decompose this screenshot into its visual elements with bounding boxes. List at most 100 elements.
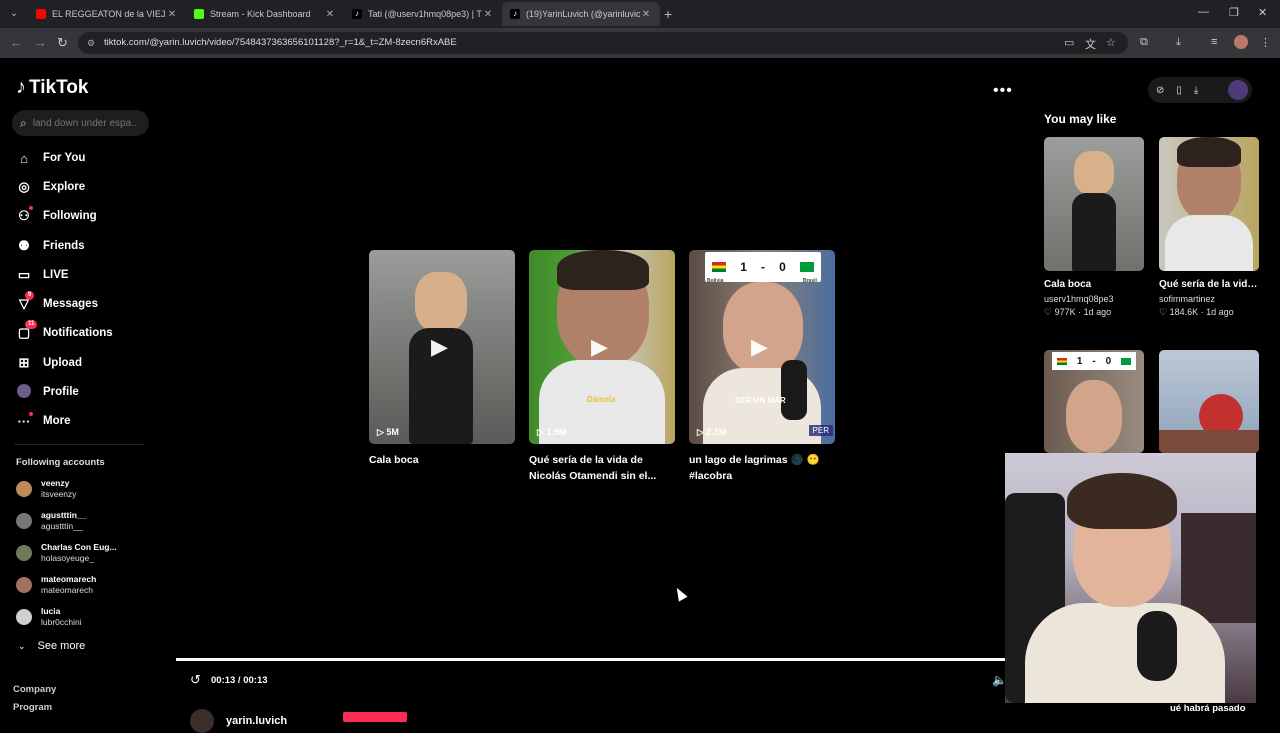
video-title[interactable]: Qué sería de la vida de Nicolás Otamendi… [529, 452, 675, 484]
video-thumbnail[interactable]: 1 - 0 [1044, 350, 1144, 453]
thumbnail-figure [1177, 137, 1241, 167]
nav-live[interactable]: ▭ LIVE [16, 263, 69, 287]
score-away: 0 [779, 260, 786, 274]
account-username: mateomarech [41, 585, 93, 595]
recommended-video[interactable]: 1 - 0 [1044, 350, 1144, 453]
forward-icon[interactable]: → [34, 35, 47, 50]
video-thumbnail[interactable]: 1 - 0 Bolivia Brasil SER UN MAR PER ▶ ▷ … [689, 250, 835, 444]
maximize-icon[interactable]: ❐ [1229, 6, 1239, 19]
nav-explore[interactable]: ◎ Explore [16, 175, 85, 199]
url-field[interactable]: ⚙ tiktok.com/@yarin.luvich/video/7548437… [78, 32, 1128, 54]
browser-profile-avatar[interactable] [1234, 35, 1248, 49]
follow-button[interactable] [343, 712, 407, 722]
thumbnail-caption: SER UN MAR [735, 396, 786, 405]
nav-label: Friends [43, 240, 85, 252]
video-progress-bar[interactable] [176, 658, 1006, 661]
media-control-icon[interactable]: ≡ [1211, 36, 1217, 48]
coins-icon[interactable]: ⊘ [1156, 85, 1164, 96]
nav-more[interactable]: ··· More [16, 409, 70, 433]
video-author[interactable]: yarin.luvich [190, 709, 287, 733]
back-icon[interactable]: ← [10, 35, 23, 50]
see-more-button[interactable]: ⌄ See more [18, 640, 85, 652]
tab-search-icon[interactable]: ⌄ [6, 6, 22, 22]
cast-icon[interactable]: ▭ [1064, 36, 1074, 49]
video-title[interactable]: un lago de lagrimas 🌑 😶 #lacobra [689, 452, 835, 484]
play-icon[interactable]: ▶ [431, 334, 448, 360]
chevron-down-icon: ⌄ [18, 640, 26, 651]
download-app-icon[interactable]: ⤓ [1194, 85, 1198, 96]
following-account[interactable]: agustttin__ agustttin__ [16, 508, 86, 534]
browser-menu-icon[interactable]: ⋮ [1260, 36, 1271, 49]
avatar[interactable] [1228, 80, 1248, 100]
team-name: Brasil [803, 278, 817, 284]
video-thumbnail[interactable] [1159, 137, 1259, 271]
following-accounts-title: Following accounts [16, 457, 105, 468]
footer-link-program[interactable]: Program [13, 702, 52, 713]
nav-for-you[interactable]: ⌂ For You [16, 146, 85, 170]
thumbnail-figure [1165, 215, 1253, 271]
nav-profile[interactable]: Profile [16, 380, 79, 404]
microphone-icon [781, 360, 807, 420]
replay-icon[interactable]: ↺ [190, 672, 201, 688]
recommended-video[interactable]: Cala boca userv1hmq08pe3 ♡ 977K · 1d ago [1044, 137, 1144, 319]
playback-time: 00:13 / 00:13 [211, 675, 268, 686]
minimize-icon[interactable]: — [1198, 6, 1209, 18]
search-icon[interactable]: ⌕ [20, 116, 27, 131]
recommended-video[interactable]: Qué sería de la vida de Nicolás Otamen..… [1159, 137, 1259, 319]
more-icon: ··· [16, 411, 33, 429]
nav-upload[interactable]: ⊞ Upload [16, 351, 82, 375]
browser-tab-active[interactable]: ♪ (19)YarinLuvich (@yarinluvich) ✕ [502, 2, 660, 26]
streamer-hair [1067, 473, 1177, 529]
following-account[interactable]: mateomarech mateomarech [16, 572, 96, 598]
following-account[interactable]: Charlas Con Eug... holasoyeuge_ [16, 540, 117, 566]
compass-icon: ◎ [18, 179, 30, 194]
translate-icon[interactable]: 文 [1085, 36, 1096, 52]
divider [14, 444, 144, 445]
site-info-icon[interactable]: ⚙ [87, 32, 95, 54]
play-icon[interactable]: ▶ [751, 334, 768, 360]
video-card[interactable]: Dámela ▶ ▷ 1.9M Qué sería de la vida de … [529, 250, 675, 484]
nav-following[interactable]: ⚇ Following [16, 204, 97, 228]
video-thumbnail[interactable] [1159, 350, 1259, 453]
close-tab-icon[interactable]: ✕ [166, 9, 178, 20]
video-thumbnail[interactable]: Dámela ▶ ▷ 1.9M [529, 250, 675, 444]
scoreboard: 1 - 0 [1052, 352, 1136, 370]
search-input[interactable] [32, 117, 138, 129]
url-text: tiktok.com/@yarin.luvich/video/754843736… [104, 37, 457, 48]
video-card[interactable]: ▶ ▷ 5M Cala boca [369, 250, 515, 468]
more-options-icon[interactable]: ••• [993, 82, 1013, 100]
video-thumbnail[interactable] [1044, 137, 1144, 271]
avatar [16, 577, 32, 593]
messages-icon: ▽ 9 [16, 291, 35, 312]
video-title[interactable]: Cala boca [369, 452, 515, 468]
account-username: holasoyeuge_ [41, 553, 94, 563]
search-bar[interactable]: ⌕ [12, 110, 149, 136]
nav-messages[interactable]: ▽ 9 Messages [16, 291, 98, 316]
new-tab-icon[interactable]: + [664, 6, 672, 22]
bookmark-star-icon[interactable]: ☆ [1106, 36, 1116, 49]
close-tab-icon[interactable]: ✕ [482, 9, 494, 20]
browser-tab[interactable]: EL REGGEATON de la VIEJA ESC ✕ [28, 2, 186, 26]
nav-friends[interactable]: ⚉ Friends [16, 234, 85, 258]
score-home: 1 [1076, 355, 1083, 367]
close-tab-icon[interactable]: ✕ [640, 9, 652, 20]
browser-tab[interactable]: Stream - Kick Dashboard ✕ [186, 2, 344, 26]
device-icon[interactable]: ▯ [1176, 85, 1182, 96]
video-thumbnail[interactable]: ▶ ▷ 5M [369, 250, 515, 444]
close-tab-icon[interactable]: ✕ [324, 9, 336, 20]
footer-link-company[interactable]: Company [13, 684, 56, 695]
channel-tag: PER [808, 425, 833, 436]
recommended-video[interactable] [1159, 350, 1259, 453]
nav-notifications[interactable]: ▢ 11 Notifications [16, 320, 113, 345]
video-card[interactable]: 1 - 0 Bolivia Brasil SER UN MAR PER ▶ ▷ … [689, 250, 835, 484]
extensions-icon[interactable]: ⧉ [1140, 36, 1148, 49]
reload-icon[interactable]: ↻ [57, 35, 68, 51]
play-icon[interactable]: ▶ [591, 334, 608, 360]
following-account[interactable]: veenzy itsveenzy [16, 476, 76, 502]
tiktok-logo[interactable]: ♪ TikTok [16, 76, 88, 99]
download-icon[interactable]: ⤓ [1176, 36, 1181, 49]
you-may-like-title: You may like [1044, 112, 1117, 126]
close-window-icon[interactable]: ✕ [1258, 6, 1267, 19]
browser-tab[interactable]: ♪ Tati (@userv1hmq08pe3) | TikTo ✕ [344, 2, 502, 26]
following-account[interactable]: lucia lubr0cchini [16, 604, 82, 630]
